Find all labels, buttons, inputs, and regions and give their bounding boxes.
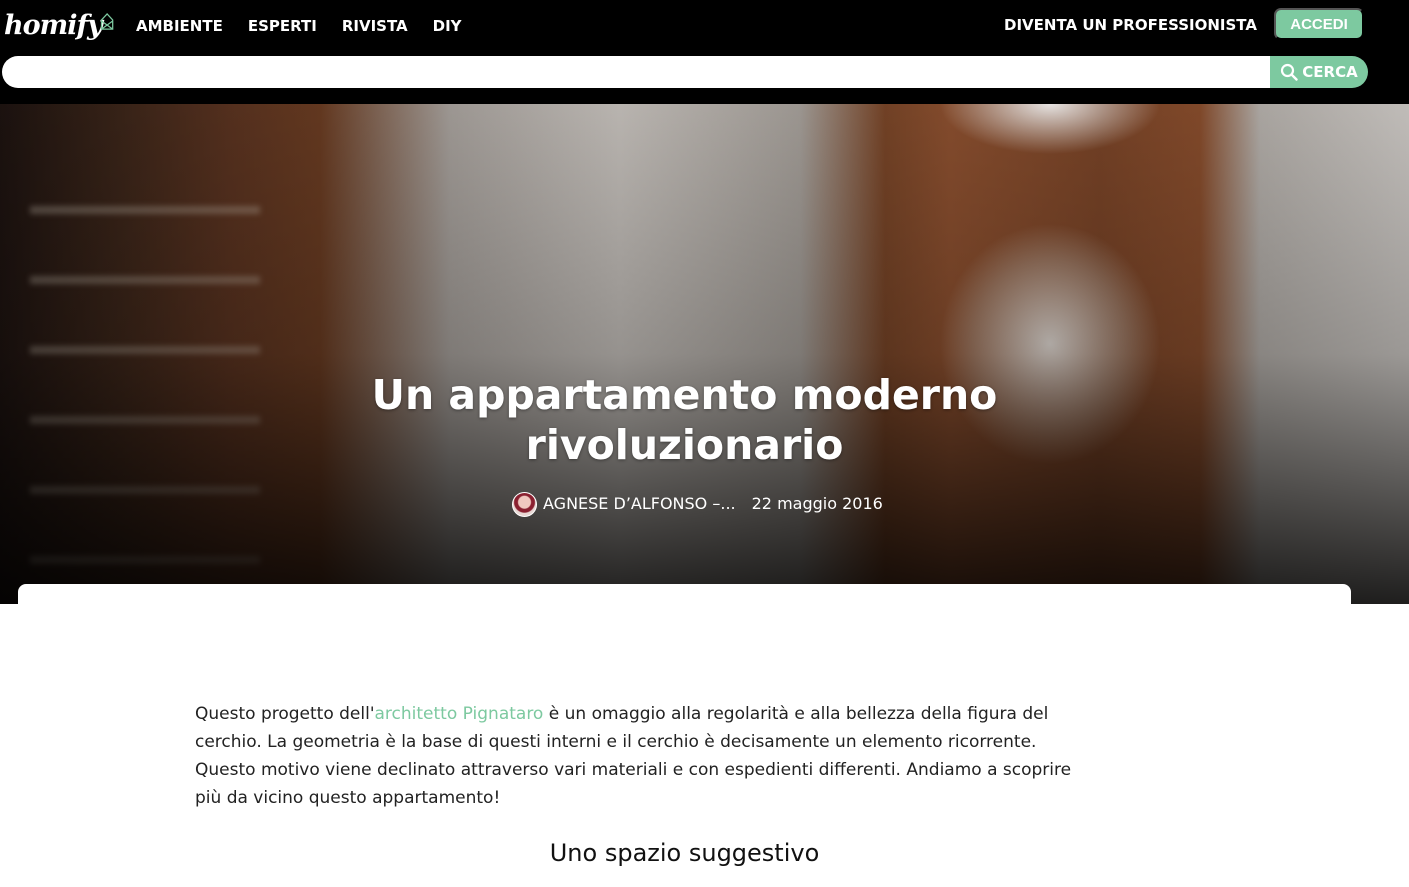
- search-button[interactable]: CERCA: [1270, 56, 1368, 88]
- nav-item-esperti[interactable]: ESPERTI: [248, 14, 317, 38]
- content-card: [18, 584, 1351, 624]
- article-intro: Questo progetto dell'architetto Pignatar…: [195, 700, 1075, 812]
- login-button[interactable]: ACCEDI: [1274, 8, 1364, 40]
- article-meta: AGNESE D’ALFONSO –... 22 maggio 2016: [512, 490, 883, 518]
- main-nav: AMBIENTE ESPERTI RIVISTA DIY: [136, 14, 487, 38]
- search-bar: CERCA: [2, 56, 1368, 88]
- hero-banner: Un appartamento moderno rivoluzionario A…: [0, 104, 1409, 604]
- article-title-line-1: Un appartamento moderno: [371, 371, 998, 419]
- author-name[interactable]: AGNESE D’ALFONSO –...: [543, 490, 736, 518]
- homify-logo[interactable]: homify: [4, 0, 114, 50]
- section-heading: Uno spazio suggestivo: [549, 839, 820, 867]
- nav-item-ambiente[interactable]: AMBIENTE: [136, 14, 223, 38]
- author-avatar[interactable]: [512, 491, 537, 517]
- logo-text: homify: [4, 9, 103, 41]
- article-title: Un appartamento moderno rivoluzionario: [0, 370, 1369, 470]
- house-logo-icon: [100, 12, 114, 30]
- become-professional-link[interactable]: DIVENTA UN PROFESSIONISTA: [1004, 13, 1257, 37]
- top-header: homify AMBIENTE ESPERTI RIVISTA DIY DIVE…: [0, 0, 1409, 104]
- search-input[interactable]: [2, 56, 1270, 88]
- hero-overlay: [0, 104, 1409, 604]
- article-title-line-2: rivoluzionario: [525, 421, 844, 469]
- search-button-label: CERCA: [1302, 63, 1358, 81]
- intro-text-before-link: Questo progetto dell': [195, 704, 375, 724]
- nav-item-rivista[interactable]: RIVISTA: [342, 14, 408, 38]
- nav-item-diy[interactable]: DIY: [433, 14, 462, 38]
- search-icon: [1281, 63, 1298, 81]
- publish-date: 22 maggio 2016: [751, 494, 883, 513]
- architect-link[interactable]: architetto Pignataro: [375, 704, 544, 724]
